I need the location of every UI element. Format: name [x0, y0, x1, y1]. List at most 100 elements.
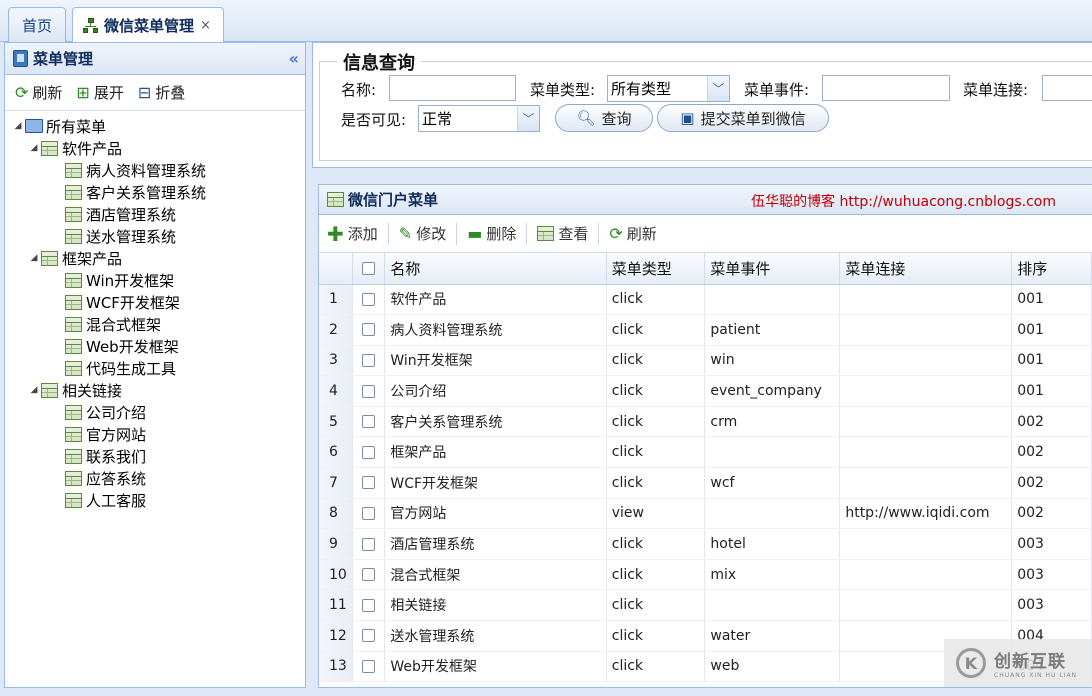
- edit-button[interactable]: ✎ 修改: [399, 223, 446, 244]
- row-checkbox-cell[interactable]: [352, 498, 386, 530]
- tree-node-group[interactable]: ◢ 框架产品: [5, 247, 305, 269]
- cell-type: click: [606, 467, 706, 499]
- row-checkbox[interactable]: [362, 384, 376, 398]
- search-legend: 信息查询: [337, 49, 421, 75]
- tab-home-label: 首页: [21, 16, 52, 35]
- table-row[interactable]: 8 官方网站 view http://www.iqidi.com 002: [319, 498, 1092, 530]
- name-input[interactable]: [389, 75, 516, 101]
- row-checkbox[interactable]: [362, 476, 376, 490]
- table-row[interactable]: 11 相关链接 click 003: [319, 589, 1092, 622]
- tree-node-leaf[interactable]: 病人资料管理系统: [5, 159, 305, 181]
- table-row[interactable]: 2 病人资料管理系统 click patient 001: [319, 314, 1092, 346]
- table-row[interactable]: 1 软件产品 click 001: [319, 284, 1092, 316]
- tree-node-leaf[interactable]: Web开发框架: [5, 335, 305, 357]
- tree-node-leaf[interactable]: Win开发框架: [5, 269, 305, 291]
- add-button[interactable]: ✚ 添加: [327, 222, 378, 246]
- tree-expand-button[interactable]: ⊞ 展开: [76, 82, 123, 103]
- tab-wechat-menu[interactable]: 微信菜单管理 ×: [72, 7, 224, 43]
- column-header-event[interactable]: 菜单事件: [704, 253, 841, 285]
- row-checkbox-cell[interactable]: [352, 436, 386, 469]
- view-button[interactable]: 查看: [537, 223, 588, 244]
- table-row[interactable]: 3 Win开发框架 click win 001: [319, 345, 1092, 377]
- row-checkbox-cell[interactable]: [352, 528, 386, 560]
- row-checkbox-cell[interactable]: [352, 651, 386, 683]
- table-icon: [65, 360, 82, 376]
- blog-link[interactable]: 伍华聪的博客 http://wuhuacong.cnblogs.com: [751, 191, 1056, 211]
- table-row[interactable]: 10 混合式框架 click mix 003: [319, 559, 1092, 591]
- table-row[interactable]: 4 公司介绍 click event_company 001: [319, 375, 1092, 407]
- tree-node-label: 送水管理系统: [86, 227, 177, 246]
- row-checkbox-cell[interactable]: [352, 406, 386, 438]
- chevron-down-icon[interactable]: ﹀: [517, 106, 539, 131]
- row-checkbox-cell[interactable]: [352, 375, 386, 407]
- visible-select[interactable]: 正常 ﹀: [418, 105, 540, 132]
- tree-toggle-icon[interactable]: ◢: [13, 121, 23, 131]
- cell-event: event_company: [704, 375, 841, 407]
- tree-node-leaf[interactable]: 官方网站: [5, 423, 305, 445]
- table-icon: [327, 192, 344, 207]
- submit-menu-button[interactable]: ▣ 提交菜单到微信: [657, 104, 829, 132]
- tree-node-leaf[interactable]: 代码生成工具: [5, 357, 305, 379]
- table-row[interactable]: 6 框架产品 click 002: [319, 436, 1092, 469]
- type-select[interactable]: 所有类型 ﹀: [607, 75, 730, 102]
- tab-home[interactable]: 首页: [8, 7, 66, 42]
- row-checkbox-cell[interactable]: [352, 345, 386, 377]
- tree-node-leaf[interactable]: 联系我们: [5, 445, 305, 467]
- row-checkbox-cell[interactable]: [352, 589, 386, 622]
- select-all-checkbox[interactable]: [362, 262, 376, 276]
- row-number: 6: [319, 436, 354, 469]
- collapse-panel-icon[interactable]: «: [289, 49, 300, 68]
- table-row[interactable]: 7 WCF开发框架 click wcf 002: [319, 467, 1092, 499]
- tree-node-leaf[interactable]: WCF开发框架: [5, 291, 305, 313]
- row-checkbox-cell[interactable]: [352, 314, 386, 346]
- menu-grid-panel: 微信门户菜单 伍华聪的博客 http://wuhuacong.cnblogs.c…: [318, 184, 1092, 688]
- tree-node-leaf[interactable]: 送水管理系统: [5, 225, 305, 247]
- cell-event: web: [704, 651, 841, 683]
- row-checkbox[interactable]: [362, 323, 376, 337]
- event-input[interactable]: [822, 75, 950, 101]
- row-checkbox-cell[interactable]: [352, 467, 386, 499]
- row-checkbox[interactable]: [362, 292, 376, 306]
- row-checkbox[interactable]: [362, 506, 376, 520]
- tree-node-leaf[interactable]: 应答系统: [5, 467, 305, 489]
- row-checkbox[interactable]: [362, 445, 376, 459]
- grid-refresh-button[interactable]: ⟳ 刷新: [609, 223, 656, 244]
- menu-tree-title: 菜单管理: [33, 50, 94, 68]
- close-icon[interactable]: ×: [200, 18, 211, 33]
- delete-button[interactable]: ▬ 删除: [467, 223, 516, 244]
- row-checkbox[interactable]: [362, 353, 376, 367]
- column-header-link[interactable]: 菜单连接: [839, 253, 1013, 285]
- row-checkbox[interactable]: [362, 629, 376, 643]
- tree-node-leaf[interactable]: 酒店管理系统: [5, 203, 305, 225]
- row-checkbox[interactable]: [362, 415, 376, 429]
- row-checkbox[interactable]: [362, 537, 376, 551]
- column-header-order[interactable]: 排序: [1011, 253, 1092, 285]
- tree-node-leaf[interactable]: 客户关系管理系统: [5, 181, 305, 203]
- tree-toggle-icon[interactable]: ◢: [29, 385, 39, 395]
- tree-toggle-icon[interactable]: ◢: [29, 253, 39, 263]
- tree-node-leaf[interactable]: 公司介绍: [5, 401, 305, 423]
- tree-node-root[interactable]: ◢ 所有菜单: [5, 115, 305, 137]
- link-input[interactable]: [1042, 75, 1092, 101]
- tree-node-group[interactable]: ◢ 软件产品: [5, 137, 305, 159]
- tree-node-leaf[interactable]: 人工客服: [5, 489, 305, 511]
- row-checkbox-cell[interactable]: [352, 620, 386, 652]
- table-row[interactable]: 9 酒店管理系统 click hotel 003: [319, 528, 1092, 560]
- tree-fold-button[interactable]: ⊟ 折叠: [138, 82, 185, 103]
- chevron-down-icon[interactable]: ﹀: [707, 76, 729, 101]
- tree-node-group[interactable]: ◢ 相关链接: [5, 379, 305, 401]
- row-checkbox[interactable]: [362, 598, 376, 612]
- tree-refresh-button[interactable]: ⟳ 刷新: [15, 82, 62, 103]
- tree-node-label: Web开发框架: [86, 337, 179, 356]
- tree-node-leaf[interactable]: 混合式框架: [5, 313, 305, 335]
- column-header-type[interactable]: 菜单类型: [606, 253, 706, 285]
- row-checkbox-cell[interactable]: [352, 284, 386, 316]
- select-all-checkbox-cell[interactable]: [352, 253, 386, 285]
- row-checkbox[interactable]: [362, 659, 376, 673]
- tree-toggle-icon[interactable]: ◢: [29, 143, 39, 153]
- row-checkbox[interactable]: [362, 568, 376, 582]
- table-row[interactable]: 5 客户关系管理系统 click crm 002: [319, 406, 1092, 438]
- row-checkbox-cell[interactable]: [352, 559, 386, 591]
- column-header-name[interactable]: 名称: [384, 253, 607, 285]
- query-button[interactable]: 🔍︎ 查询: [555, 104, 653, 132]
